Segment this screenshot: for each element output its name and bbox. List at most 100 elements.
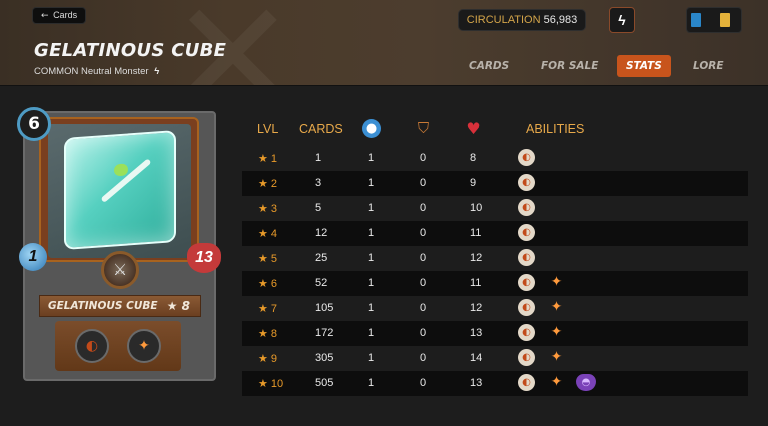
cell-speed: 1 [368,227,375,239]
thorns-ability-icon[interactable]: ✦ [548,274,565,291]
cell-cards: 305 [315,352,334,364]
cell-lvl: ★ 6 [258,278,278,290]
scavenger-ability-icon[interactable]: ◐ [518,199,535,216]
scavenger-ability-icon[interactable]: ◐ [518,149,535,166]
scavenger-ability-icon[interactable]: ◐ [518,299,535,316]
cell-armor: 0 [420,377,427,389]
card-view-toggle[interactable] [686,7,742,33]
scavenger-ability-icon[interactable]: ◐ [518,274,535,291]
cell-health: 12 [470,252,483,264]
armor-icon: ⛉ [417,119,430,137]
back-to-cards-button[interactable]: ← Cards [32,7,87,24]
scavenger-ability-icon[interactable]: ◐ [518,249,535,266]
blue-card-icon[interactable] [691,13,701,27]
cell-lvl: ★ 3 [258,203,278,215]
health-stat: 13 [187,243,221,273]
cell-armor: 0 [420,352,427,364]
table-row: ★ 8 172 1 0 13 ◐ ✦ [242,321,748,346]
cell-lvl: ★ 2 [258,178,278,190]
cell-cards: 5 [315,202,322,214]
tab-bar: CARDS FOR SALE STATS LORE [0,55,768,79]
col-cards: CARDS [299,122,343,136]
circulation-value: 56,983 [543,14,578,26]
scavenger-ability-icon[interactable]: ◐ [518,324,535,341]
tab-lore[interactable]: LORE [684,55,733,77]
cell-speed: 1 [368,302,375,314]
no-attack-icon: ⚔ [101,251,139,289]
cell-speed: 1 [368,352,375,364]
thorns-ability-icon[interactable]: ✦ [548,324,565,341]
card-name: GELATINOUS CUBE [48,300,158,312]
col-abilities: ABILITIES [526,122,585,136]
cell-health: 10 [470,202,483,214]
table-row: ★ 6 52 1 0 11 ◐ ✦ [242,271,748,296]
cell-health: 13 [470,327,483,339]
card-name-banner: GELATINOUS CUBE ★ 8 [39,295,201,317]
circulation-label: CIRCULATION [466,14,541,26]
table-row: ★ 7 105 1 0 12 ◐ ✦ [242,296,748,321]
cell-health: 9 [470,177,477,189]
thorns-ability-icon[interactable]: ✦ [548,349,565,366]
table-row: ★ 5 25 1 0 12 ◐ [242,246,748,271]
cell-lvl: ★ 10 [258,378,284,390]
cell-lvl: ★ 7 [258,303,278,315]
shield-ability-icon[interactable]: ◓ [576,374,596,391]
cell-speed: 1 [368,252,375,264]
card-abilities-panel: ◐ ✦ [55,321,181,371]
cell-health: 8 [470,152,477,164]
scavenger-ability-icon[interactable]: ◐ [518,374,535,391]
tab-for-sale[interactable]: FOR SALE [532,55,607,77]
table-row: ★ 10 505 1 0 13 ◐ ✦ ◓ [242,371,748,396]
cell-armor: 0 [420,277,427,289]
table-row: ★ 2 3 1 0 9 ◐ [242,171,748,196]
cell-cards: 172 [315,327,334,339]
thorns-ability-icon[interactable]: ✦ [548,299,565,316]
cell-lvl: ★ 1 [258,153,278,165]
cell-cards: 1 [315,152,322,164]
cell-armor: 0 [420,252,427,264]
card-level: ★ 8 [166,299,190,313]
cell-health: 11 [470,227,482,239]
cell-health: 14 [470,352,483,364]
cell-armor: 0 [420,202,427,214]
scavenger-ability-icon[interactable]: ◐ [518,349,535,366]
cell-cards: 12 [315,227,328,239]
cell-lvl: ★ 9 [258,353,278,365]
arrow-left-icon: ← [41,11,49,21]
skull-shape [114,163,128,177]
edition-filter-button[interactable]: ϟ [609,7,635,33]
cell-speed: 1 [368,327,375,339]
tab-stats[interactable]: STATS [617,55,671,77]
gelatinous-cube-illustration [64,130,176,250]
table-row: ★ 4 12 1 0 11 ◐ [242,221,748,246]
speed-stat: 1 [19,243,47,271]
thorns-ability-icon[interactable]: ✦ [127,329,161,363]
mana-cost-badge: 6 [17,107,51,141]
cell-health: 13 [470,377,483,389]
table-row: ★ 3 5 1 0 10 ◐ [242,196,748,221]
scavenger-ability-icon[interactable]: ◐ [518,224,535,241]
stats-table: LVL CARDS ● ⛉ ♥ ABILITIES ★ 1 1 1 0 8 ◐ ★ 2310… [242,116,748,396]
cell-speed: 1 [368,177,375,189]
cell-cards: 505 [315,377,334,389]
tab-cards[interactable]: CARDS [460,55,518,77]
cell-health: 11 [470,277,482,289]
cell-lvl: ★ 4 [258,228,278,240]
table-row: ★ 9 305 1 0 14 ◐ ✦ [242,346,748,371]
scavenger-ability-icon[interactable]: ◐ [518,174,535,191]
health-icon: ♥ [466,119,481,138]
cell-armor: 0 [420,152,427,164]
card-header: ✕ ← Cards GELATINOUS CUBE COMMON Neutral… [0,0,768,86]
cell-armor: 0 [420,177,427,189]
cell-speed: 1 [368,377,375,389]
cell-lvl: ★ 8 [258,328,278,340]
cell-health: 12 [470,302,483,314]
card-art-frame [39,117,199,262]
cell-armor: 0 [420,227,427,239]
thorns-ability-icon[interactable]: ✦ [548,374,565,391]
speed-icon: ● [362,119,381,138]
table-row: ★ 1 1 1 0 8 ◐ [242,146,748,171]
scavenger-ability-icon[interactable]: ◐ [75,329,109,363]
gold-card-icon[interactable] [720,13,730,27]
circulation-badge: CIRCULATION 56,983 [458,9,586,31]
